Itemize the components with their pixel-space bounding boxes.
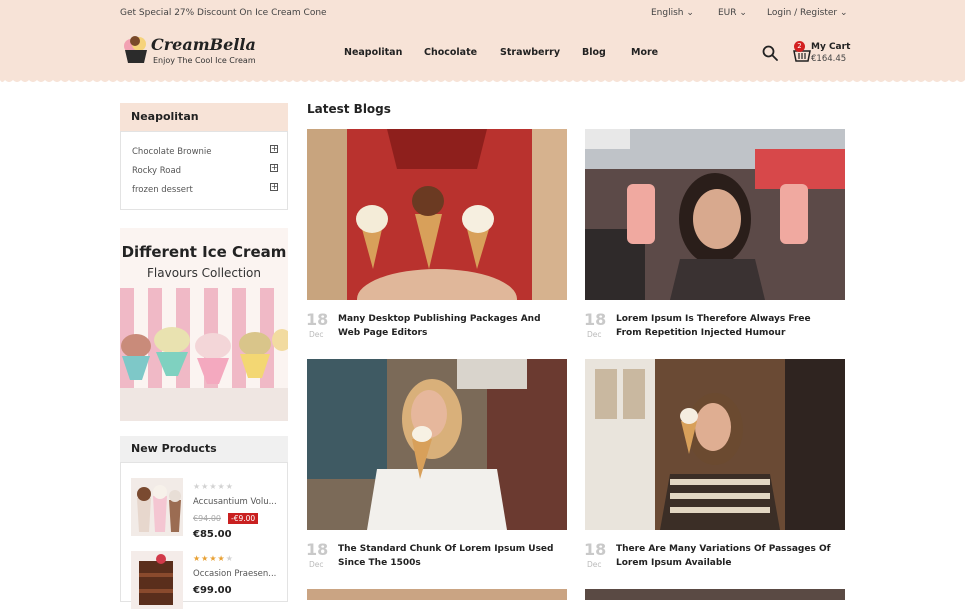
post-day: 18 [584, 310, 607, 329]
nav-chocolate[interactable]: Chocolate [424, 47, 477, 58]
post-day: 18 [306, 540, 329, 559]
product-image[interactable] [131, 551, 183, 609]
brand-tagline: Enjoy The Cool Ice Cream [153, 56, 256, 65]
product-price: €85.00 [193, 529, 232, 540]
post-title[interactable]: Many Desktop Publishing Packages And Web… [338, 312, 558, 340]
cart-label[interactable]: My Cart [811, 42, 850, 52]
blog-image[interactable] [307, 589, 567, 600]
latest-blogs-heading: Latest Blogs [307, 102, 391, 116]
rating-stars: ★★★★★ [193, 554, 234, 563]
ice-cream-cup-logo-icon [124, 36, 147, 63]
brand-logo[interactable]: CreamBella Enjoy The Cool Ice Cream [122, 33, 272, 73]
brand-name: CreamBella [151, 35, 256, 54]
chevron-down-icon: ⌄ [839, 8, 848, 18]
nav-more[interactable]: More [631, 47, 658, 58]
product-image[interactable] [131, 478, 183, 536]
rating-stars: ★★★★★ [193, 482, 234, 491]
banner-subtitle: Flavours Collection [147, 266, 261, 280]
category-item[interactable]: Rocky Road [132, 166, 181, 176]
currency-selector[interactable]: EUR ⌄ [718, 8, 747, 18]
product-name[interactable]: Accusantium Volu... [193, 497, 277, 507]
blog-image[interactable] [307, 359, 567, 530]
new-products-list: ★★★★★ Accusantium Volu... €94.00 -€9.00 … [120, 462, 288, 609]
account-link[interactable]: Login / Register ⌄ [767, 8, 848, 18]
blog-image[interactable] [585, 129, 845, 300]
expand-plus-icon[interactable]: + [270, 145, 278, 153]
expand-plus-icon[interactable]: + [270, 164, 278, 172]
category-item[interactable]: frozen dessert [132, 185, 193, 195]
post-day: 18 [584, 540, 607, 559]
search-icon[interactable] [762, 45, 778, 61]
promo-banner[interactable]: Different Ice Cream Flavours Collection [120, 228, 288, 421]
post-month: Dec [587, 560, 602, 569]
category-list: Chocolate Brownie + Rocky Road + frozen … [120, 131, 288, 210]
post-day: 18 [306, 310, 329, 329]
post-title[interactable]: Lorem Ipsum Is Therefore Always Free Fro… [616, 312, 836, 340]
product-name[interactable]: Occasion Praesen... [193, 569, 276, 579]
discount-badge: -€9.00 [228, 513, 259, 524]
nav-neapolitan[interactable]: Neapolitan [344, 47, 402, 58]
cart-total: €164.45 [811, 54, 847, 64]
blog-image[interactable] [585, 359, 845, 530]
chevron-down-icon: ⌄ [686, 8, 694, 18]
language-selector[interactable]: English ⌄ [651, 8, 694, 18]
blog-image[interactable] [585, 589, 845, 600]
post-title[interactable]: The Standard Chunk Of Lorem Ipsum Used S… [338, 542, 558, 570]
cart-count-badge: 2 [794, 41, 805, 52]
chevron-down-icon: ⌄ [739, 8, 747, 18]
post-month: Dec [309, 330, 324, 339]
product-price: €99.00 [193, 585, 232, 596]
blog-image[interactable] [307, 129, 567, 300]
post-title[interactable]: There Are Many Variations Of Passages Of… [616, 542, 836, 570]
old-price: €94.00 [193, 514, 221, 523]
categories-heading: Neapolitan [120, 103, 288, 131]
post-month: Dec [587, 330, 602, 339]
new-products-heading: New Products [120, 436, 288, 462]
category-item[interactable]: Chocolate Brownie [132, 147, 212, 157]
post-month: Dec [309, 560, 324, 569]
banner-title: Different Ice Cream [121, 243, 287, 261]
scalloped-edge [0, 76, 965, 82]
promo-text: Get Special 27% Discount On Ice Cream Co… [120, 8, 327, 18]
top-bar: Get Special 27% Discount On Ice Cream Co… [0, 0, 965, 26]
nav-blog[interactable]: Blog [582, 47, 606, 58]
expand-plus-icon[interactable]: + [270, 183, 278, 191]
nav-strawberry[interactable]: Strawberry [500, 47, 560, 58]
